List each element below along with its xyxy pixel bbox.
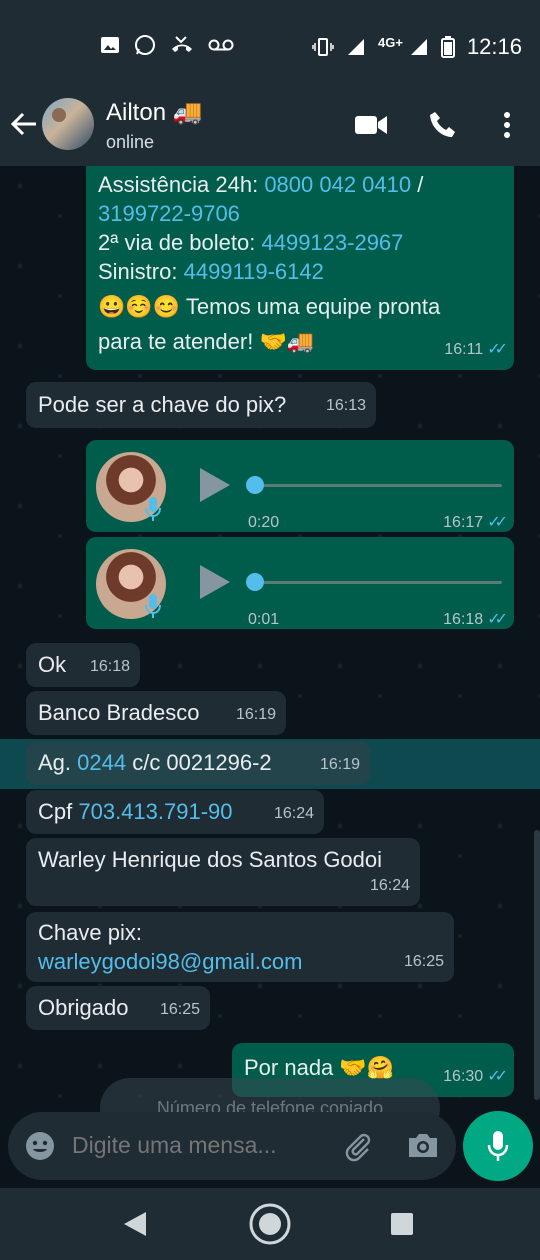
message-time: 16:17 — [443, 514, 484, 531]
nav-back-icon[interactable] — [122, 1210, 148, 1238]
message-time: 16:18 — [443, 611, 484, 628]
message-text: Por nada 🤝🤗 — [244, 1055, 395, 1080]
message-time: 16:24 — [273, 805, 314, 822]
message-line: Assistência 24h: 0800 042 0410 / — [98, 172, 424, 197]
message-time: 16:25 — [403, 953, 444, 970]
message-time: 16:11 — [444, 341, 484, 358]
message-input[interactable] — [72, 1132, 312, 1159]
message-time: 16:25 — [159, 1001, 200, 1018]
message-input-bar[interactable] — [8, 1112, 456, 1180]
message-time: 16:30 — [443, 1068, 484, 1085]
audio-progress-track[interactable] — [256, 581, 502, 584]
notification-icons — [100, 34, 234, 56]
read-ticks-icon: ✓✓ — [487, 611, 508, 628]
message-incoming[interactable]: Ok 16:18 — [26, 643, 140, 687]
camera-icon[interactable] — [406, 1130, 440, 1160]
read-ticks-icon: ✓✓ — [487, 341, 508, 358]
clock: 12:16 — [466, 34, 522, 59]
message-outgoing[interactable]: Assistência 24h: 0800 042 0410 / 3199722… — [86, 166, 514, 370]
nav-home-icon[interactable] — [248, 1202, 292, 1246]
message-meta: 16:18 ✓✓ — [443, 605, 508, 634]
play-icon[interactable] — [200, 565, 230, 599]
chat-header: Ailton 🚚 online — [0, 84, 540, 166]
message-time: 16:19 — [319, 756, 360, 773]
video-call-icon[interactable] — [354, 108, 388, 142]
message-incoming[interactable]: Obrigado 16:25 — [26, 986, 210, 1030]
contact-avatar[interactable] — [42, 98, 94, 150]
voice-call-icon[interactable] — [426, 108, 460, 142]
message-line: 😀☺️😊 Temos uma equipe pronta — [98, 294, 441, 319]
message-text: Chave pix: — [38, 920, 142, 945]
back-arrow-icon[interactable] — [10, 110, 38, 144]
message-line: Sinistro: 4499119-6142 — [98, 259, 324, 284]
more-options-icon[interactable] — [490, 108, 524, 142]
signal-icon — [348, 39, 364, 55]
contact-status: online — [106, 132, 155, 152]
audio-progress-knob[interactable] — [246, 573, 264, 591]
phone-link[interactable]: 4499119-6142 — [184, 259, 324, 284]
message-line: 3199722-9706 — [98, 199, 502, 228]
message-text: Ag. 0244 c/c 0021296-2 — [38, 750, 272, 775]
phone-link[interactable]: 703.413.791-90 — [78, 799, 232, 824]
message-time: 16:13 — [325, 397, 366, 414]
system-nav-bar — [0, 1188, 540, 1260]
message-meta: 16:11 ✓✓ — [444, 332, 508, 364]
message-line: para te atender! 🤝🚚 — [98, 329, 315, 354]
message-incoming[interactable]: Warley Henrique dos Santos Godoi 16:24 — [26, 838, 420, 906]
message-time: 16:24 — [369, 877, 410, 894]
chat-scrollbar[interactable] — [534, 830, 540, 1100]
message-text: Cpf 703.413.791-90 — [38, 799, 233, 824]
message-incoming[interactable]: Chave pix: warleygodoi98@gmail.com 16:25 — [26, 912, 454, 982]
nav-recents-icon[interactable] — [390, 1212, 414, 1236]
voice-record-button[interactable] — [463, 1111, 533, 1181]
missed-call-icon — [172, 36, 192, 52]
audio-progress-knob[interactable] — [246, 476, 264, 494]
message-incoming[interactable]: Banco Bradesco 16:19 — [26, 691, 286, 735]
battery-icon — [440, 36, 455, 58]
message-time: 16:19 — [235, 706, 276, 723]
message-text: Ok — [38, 652, 67, 677]
message-line: 2ª via de boleto: 4499123-2967 — [98, 230, 404, 255]
vibrate-icon — [312, 38, 334, 56]
chat-area[interactable]: Assistência 24h: 0800 042 0410 / 3199722… — [0, 166, 540, 1108]
attach-icon[interactable] — [342, 1130, 374, 1162]
message-text: Obrigado — [38, 995, 129, 1020]
message-text: Pode ser a chave do pix? — [38, 392, 287, 417]
whatsapp-icon — [135, 35, 155, 55]
emoji-icon[interactable] — [24, 1130, 56, 1162]
message-meta: 16:17 ✓✓ — [443, 508, 508, 537]
voice-message[interactable]: 0:01 16:18 ✓✓ — [86, 537, 514, 629]
read-ticks-icon: ✓✓ — [487, 514, 508, 531]
network-type: 4G+ — [378, 34, 403, 50]
phone-link[interactable]: 3199722-9706 — [98, 201, 240, 226]
message-text: Warley Henrique dos Santos Godoi — [38, 847, 383, 872]
signal-icon-2 — [410, 39, 427, 55]
message-meta: 16:30 ✓✓ — [443, 1059, 508, 1091]
mic-icon — [145, 594, 161, 618]
phone-link[interactable]: 0800 042 0410 — [264, 172, 411, 197]
message-incoming-selected[interactable]: Ag. 0244 c/c 0021296-2 16:19 — [26, 741, 370, 785]
play-icon[interactable] — [200, 468, 230, 502]
message-incoming[interactable]: Cpf 703.413.791-90 16:24 — [26, 790, 324, 834]
image-icon — [101, 37, 119, 53]
phone-link[interactable]: 4499123-2967 — [261, 230, 403, 255]
voice-message[interactable]: 0:20 16:17 ✓✓ — [86, 440, 514, 532]
voicemail-icon — [208, 39, 234, 51]
message-time: 16:18 — [89, 658, 130, 675]
message-incoming[interactable]: Pode ser a chave do pix? 16:13 — [26, 382, 376, 428]
audio-duration: 0:20 — [248, 514, 280, 531]
email-link[interactable]: warleygodoi98@gmail.com — [38, 947, 442, 976]
system-icons: 4G+ 12:16 — [312, 34, 522, 60]
audio-duration: 0:01 — [248, 611, 280, 628]
message-text: Banco Bradesco — [38, 700, 200, 725]
phone-link[interactable]: 0244 — [77, 750, 126, 775]
contact-name[interactable]: Ailton 🚚 — [106, 98, 203, 127]
audio-progress-track[interactable] — [256, 484, 502, 487]
mic-icon — [145, 497, 161, 521]
status-bar: 4G+ 12:16 — [0, 0, 540, 84]
read-ticks-icon: ✓✓ — [487, 1068, 508, 1085]
mic-icon — [487, 1131, 509, 1161]
